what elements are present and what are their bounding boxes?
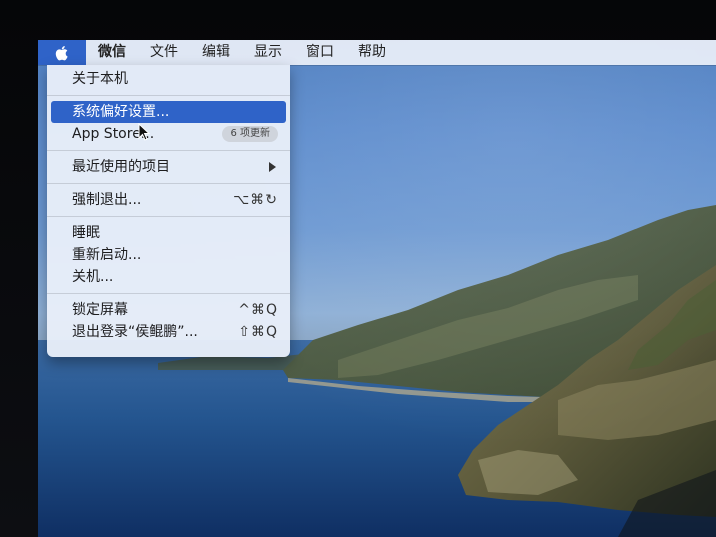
menu-edit[interactable]: 编辑 [190, 40, 242, 65]
menu-item-sleep[interactable]: 睡眠 [47, 222, 290, 244]
menu-help[interactable]: 帮助 [346, 40, 398, 65]
menu-separator [47, 95, 290, 96]
menu-item-label: 退出登录“侯鲲鹏”... [72, 324, 198, 340]
menu-wechat[interactable]: 微信 [86, 40, 138, 65]
menu-item-label: 锁定屏幕 [72, 302, 128, 318]
update-count-badge: 6 项更新 [222, 126, 278, 142]
apple-dropdown-menu: 关于本机 系统偏好设置... App Store... 6 项更新 最近使用的项… [47, 65, 290, 357]
keyboard-shortcut: ^⌘Q [238, 302, 278, 318]
menu-item-force-quit[interactable]: 强制退出... ⌥⌘↻ [47, 189, 290, 211]
menu-item-label: 系统偏好设置... [72, 104, 170, 120]
menu-item-label: 强制退出... [72, 192, 142, 208]
menu-window[interactable]: 窗口 [294, 40, 346, 65]
apple-logo-icon [55, 45, 68, 60]
menu-item-lock-screen[interactable]: 锁定屏幕 ^⌘Q [47, 299, 290, 321]
menu-separator [47, 183, 290, 184]
menu-item-restart[interactable]: 重新启动... [47, 244, 290, 266]
menu-separator [47, 293, 290, 294]
desktop-screen: 微信 文件 编辑 显示 窗口 帮助 关于本机 系统偏好设置... App Sto… [38, 40, 716, 537]
menu-item-label: 重新启动... [72, 247, 142, 263]
menu-separator [47, 216, 290, 217]
menu-item-system-preferences[interactable]: 系统偏好设置... [51, 101, 286, 123]
menu-item-label: 关机... [72, 269, 114, 285]
menu-separator [47, 150, 290, 151]
menu-item-label: 睡眠 [72, 225, 100, 241]
menu-item-label: 关于本机 [72, 71, 128, 87]
menu-view[interactable]: 显示 [242, 40, 294, 65]
mouse-cursor-icon [138, 123, 150, 141]
menu-item-recent-items[interactable]: 最近使用的项目 [47, 156, 290, 178]
keyboard-shortcut: ⇧⌘Q [238, 324, 278, 340]
menu-item-app-store[interactable]: App Store... 6 项更新 [47, 123, 290, 145]
menu-item-label: 最近使用的项目 [72, 159, 170, 175]
submenu-arrow-icon [269, 162, 276, 172]
menu-bar: 微信 文件 编辑 显示 窗口 帮助 [38, 40, 716, 65]
menu-file[interactable]: 文件 [138, 40, 190, 65]
menu-item-logout[interactable]: 退出登录“侯鲲鹏”... ⇧⌘Q [47, 321, 290, 343]
keyboard-shortcut: ⌥⌘↻ [233, 192, 278, 208]
menu-item-shutdown[interactable]: 关机... [47, 266, 290, 288]
apple-menu-button[interactable] [38, 40, 86, 65]
menu-item-about[interactable]: 关于本机 [47, 68, 290, 90]
